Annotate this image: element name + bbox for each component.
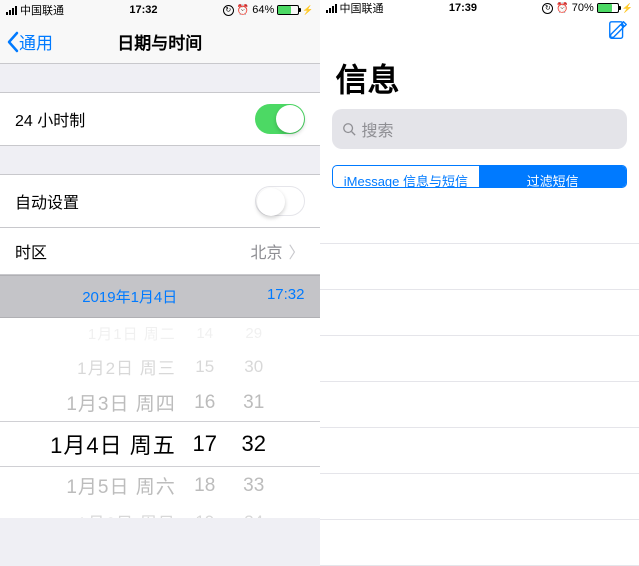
search-icon — [342, 122, 356, 136]
picker-row[interactable]: 1月3日 周四1631 — [0, 384, 320, 421]
battery-icon — [277, 5, 299, 15]
status-time: 17:32 — [64, 4, 223, 16]
messages-screen: 中国联通 17:39 ↻ ⏰ 70% ⚡ 信息 搜索 iMessage 信息与短… — [320, 0, 639, 566]
timezone-value: 北京 — [250, 239, 282, 263]
chevron-left-icon — [6, 31, 19, 53]
battery-percent: 64% — [252, 4, 274, 16]
list-item[interactable] — [320, 198, 639, 244]
cell-24hour[interactable]: 24 小时制 — [0, 92, 320, 146]
carrier-label: 中国联通 — [20, 2, 64, 18]
alarm-icon: ⏰ — [237, 5, 249, 16]
status-bar: 中国联通 17:39 ↻ ⏰ 70% ⚡ — [320, 0, 639, 16]
list-item[interactable] — [320, 520, 639, 566]
list-item[interactable] — [320, 428, 639, 474]
status-bar: 中国联通 17:32 ↻ ⏰ 64% ⚡ — [0, 0, 320, 20]
datetime-picker[interactable]: 1月1日 周二14291月2日 周三15301月3日 周四16311月4日 周五… — [0, 318, 320, 518]
battery-percent: 70% — [572, 2, 594, 14]
list-item[interactable] — [320, 290, 639, 336]
cell-label: 自动设置 — [15, 189, 255, 213]
filter-segmented-control: iMessage 信息与短信 过滤短信 — [332, 165, 628, 188]
switch-24hour[interactable] — [255, 104, 305, 134]
compose-icon — [607, 19, 629, 41]
orientation-lock-icon: ↻ — [223, 5, 234, 16]
list-item[interactable] — [320, 244, 639, 290]
cell-label: 24 小时制 — [15, 107, 255, 131]
charging-icon: ⚡ — [622, 3, 633, 14]
cell-label: 时区 — [15, 239, 250, 263]
signal-icon — [326, 3, 337, 13]
list-item[interactable] — [320, 474, 639, 520]
picker-row[interactable]: 1月1日 周二1429 — [0, 318, 320, 349]
orientation-lock-icon: ↻ — [542, 3, 553, 14]
alarm-icon: ⏰ — [556, 3, 568, 14]
page-title: 信息 — [320, 49, 639, 109]
battery-icon — [597, 3, 619, 13]
nav-bar: 通用 日期与时间 — [0, 20, 320, 64]
datetime-header[interactable]: 2019年1月4日 17:32 — [0, 275, 320, 318]
compose-button[interactable] — [607, 19, 629, 46]
message-list — [320, 198, 639, 566]
nav-bar — [320, 16, 639, 49]
list-item[interactable] — [320, 382, 639, 428]
settings-screen: 中国联通 17:32 ↻ ⏰ 64% ⚡ 通用 日期与时间 24 小时制 自动设… — [0, 0, 320, 566]
segment-filter[interactable]: 过滤短信 — [479, 166, 626, 187]
list-item[interactable] — [320, 336, 639, 382]
charging-icon: ⚡ — [302, 5, 313, 16]
cell-autoset[interactable]: 自动设置 — [0, 174, 320, 228]
search-input[interactable]: 搜索 — [332, 109, 628, 149]
picker-row[interactable]: 1月4日 周五1732 — [0, 421, 320, 467]
chevron-right-icon: 〉 — [288, 239, 304, 263]
picker-row[interactable]: 1月5日 周六1833 — [0, 467, 320, 504]
status-time: 17:39 — [384, 2, 543, 14]
segment-imessage[interactable]: iMessage 信息与短信 — [333, 166, 480, 187]
cell-timezone[interactable]: 时区 北京 〉 — [0, 228, 320, 275]
carrier-label: 中国联通 — [340, 0, 384, 16]
picker-row[interactable]: 1月2日 周三1530 — [0, 349, 320, 384]
signal-icon — [6, 5, 17, 15]
selected-time: 17:32 — [245, 286, 305, 307]
back-button[interactable]: 通用 — [0, 29, 53, 54]
picker-row[interactable]: 1月6日 周日1934 — [0, 504, 320, 518]
switch-autoset[interactable] — [255, 186, 305, 216]
back-label: 通用 — [19, 29, 53, 54]
search-placeholder: 搜索 — [362, 117, 394, 141]
selected-date: 2019年1月4日 — [15, 286, 245, 307]
